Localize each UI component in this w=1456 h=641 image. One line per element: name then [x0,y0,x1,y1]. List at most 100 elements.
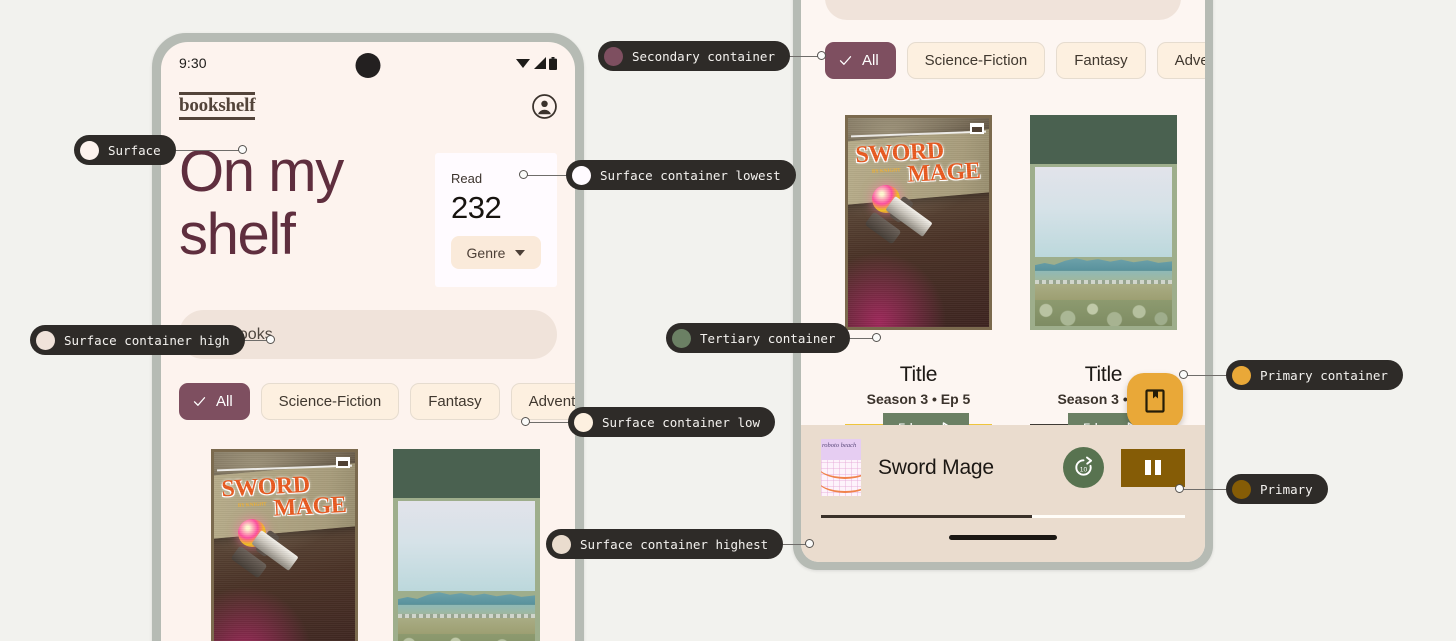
now-playing-title: Sword Mage [878,456,1046,480]
chip-all[interactable]: All [179,383,250,420]
account-circle-icon[interactable] [532,94,557,119]
annotation-label: Surface [108,143,161,158]
color-swatch [36,331,55,350]
playback-progress-bar[interactable] [821,515,1185,518]
annotation-pill-surface-container-low[interactable]: Surface container low [568,407,775,437]
camera-punchhole [356,53,381,78]
chip-fantasy-label: Fantasy [428,393,481,410]
color-swatch [574,413,593,432]
pause-button[interactable] [1121,449,1185,487]
desert-cover-header [1030,115,1177,164]
chevron-down-icon [515,250,525,256]
chip-fantasy-right-label: Fantasy [1074,52,1127,69]
book-badge-icon [970,123,984,134]
battery-icon [549,57,557,70]
mini-player-row: roboto beach Sword Mage 10 [821,439,1185,496]
playback-progress-fill [821,515,1032,518]
annotation-pill-primary-container[interactable]: Primary container [1226,360,1403,390]
annotation-label: Tertiary container [700,331,835,346]
episode-title: Title [845,363,992,387]
annotation-leader-line [788,56,820,57]
genre-filter-chips-right: All Science-Fiction Fantasy Adventure [801,20,1205,79]
book-cover-desert[interactable] [393,449,540,641]
annotation-pill-surface-container-high[interactable]: Surface container high [30,325,245,355]
chip-all-right-label: All [862,52,879,69]
annotation-label: Surface container low [602,415,760,430]
scrub-layer [398,634,535,641]
thumb-wave-1 [821,465,861,479]
player-screen: All Science-Fiction Fantasy Adventure SW… [801,0,1205,562]
thumb-label: roboto beach [822,442,856,449]
color-swatch [1232,366,1251,385]
annotation-anchor-dot [1175,484,1184,493]
replay-10-button[interactable]: 10 [1063,447,1104,488]
now-playing-thumbnail[interactable]: roboto beach [821,439,861,496]
sword-mage-artwork: SWORD MAGE BY KNIGHT [214,452,355,641]
railway-layer [398,614,535,618]
book-cover-desert-right[interactable] [1030,115,1177,330]
desert-photo [398,501,535,641]
chip-adventure-right[interactable]: Adventure [1157,42,1205,79]
home-indicator [949,535,1057,540]
annotation-label: Surface container high [64,333,230,348]
annotation-leader-line [528,422,570,423]
chip-all-right[interactable]: All [825,42,896,79]
color-swatch [1232,480,1251,499]
search-input-partial[interactable] [825,0,1181,20]
annotation-pill-surface-container-highest[interactable]: Surface container highest [546,529,783,559]
chip-science-fiction-right-label: Science-Fiction [925,52,1028,69]
bookmark-icon [1143,388,1167,414]
annotation-pill-secondary-container[interactable]: Secondary container [598,41,790,71]
chip-fantasy[interactable]: Fantasy [410,383,499,420]
chip-adventure-label: Adventure [529,393,575,410]
color-swatch [572,166,591,185]
status-bar: 9:30 [161,42,575,84]
bookmark-fab-button[interactable] [1127,373,1183,429]
scrub-layer [1035,300,1172,326]
chip-science-fiction-label: Science-Fiction [279,393,382,410]
check-icon [838,53,853,68]
annotation-label: Primary container [1260,368,1388,383]
annotation-leader-line [526,175,568,176]
list-item[interactable]: SWORD MAGE BY KNIGHT [845,115,992,427]
color-swatch [552,535,571,554]
page-title-line2: shelf [179,203,419,266]
annotation-label: Surface container highest [580,537,768,552]
annotation-pill-tertiary-container[interactable]: Tertiary container [666,323,850,353]
annotation-anchor-dot [521,417,530,426]
pause-icon-bar2 [1155,460,1161,475]
design-spec-canvas: 9:30 bookshelf On my s [0,0,1456,641]
app-header: bookshelf [161,84,575,128]
book-badge-icon [336,457,350,468]
status-icons [516,57,557,70]
annotation-label: Secondary container [632,49,775,64]
desert-photo [1035,167,1172,326]
annotation-pill-primary[interactable]: Primary [1226,474,1328,504]
annotation-pill-surface[interactable]: Surface [74,135,176,165]
wifi-icon [516,57,530,69]
color-swatch [672,329,691,348]
book-cover-sword-mage[interactable]: SWORD MAGE BY KNIGHT [211,449,358,641]
book-cover-grid: SWORD MAGE BY KNIGHT [161,420,575,641]
annotation-label: Primary [1260,482,1313,497]
app-logo[interactable]: bookshelf [179,92,255,120]
chip-adventure-right-label: Adventure [1175,52,1205,69]
mountain-layer [1035,257,1172,271]
annotation-leader-line [170,150,242,151]
annotation-pill-surface-container-lowest[interactable]: Surface container lowest [566,160,796,190]
genre-dropdown[interactable]: Genre [451,236,541,269]
sky-layer [1035,167,1172,256]
chip-science-fiction[interactable]: Science-Fiction [261,383,400,420]
book-cover-sword-mage-right[interactable]: SWORD MAGE BY KNIGHT [845,115,992,330]
annotation-anchor-dot [817,51,826,60]
sky-layer [398,501,535,590]
plain-layer-1 [1035,271,1172,281]
annotation-leader-line [1182,489,1228,490]
thumb-wave-2 [821,479,861,493]
svg-text:10: 10 [1080,466,1088,473]
chip-science-fiction-right[interactable]: Science-Fiction [907,42,1046,79]
chip-fantasy-right[interactable]: Fantasy [1056,42,1145,79]
plain-layer-2 [398,618,535,634]
chip-adventure[interactable]: Adventure [511,383,575,420]
railway-layer [1035,280,1172,284]
